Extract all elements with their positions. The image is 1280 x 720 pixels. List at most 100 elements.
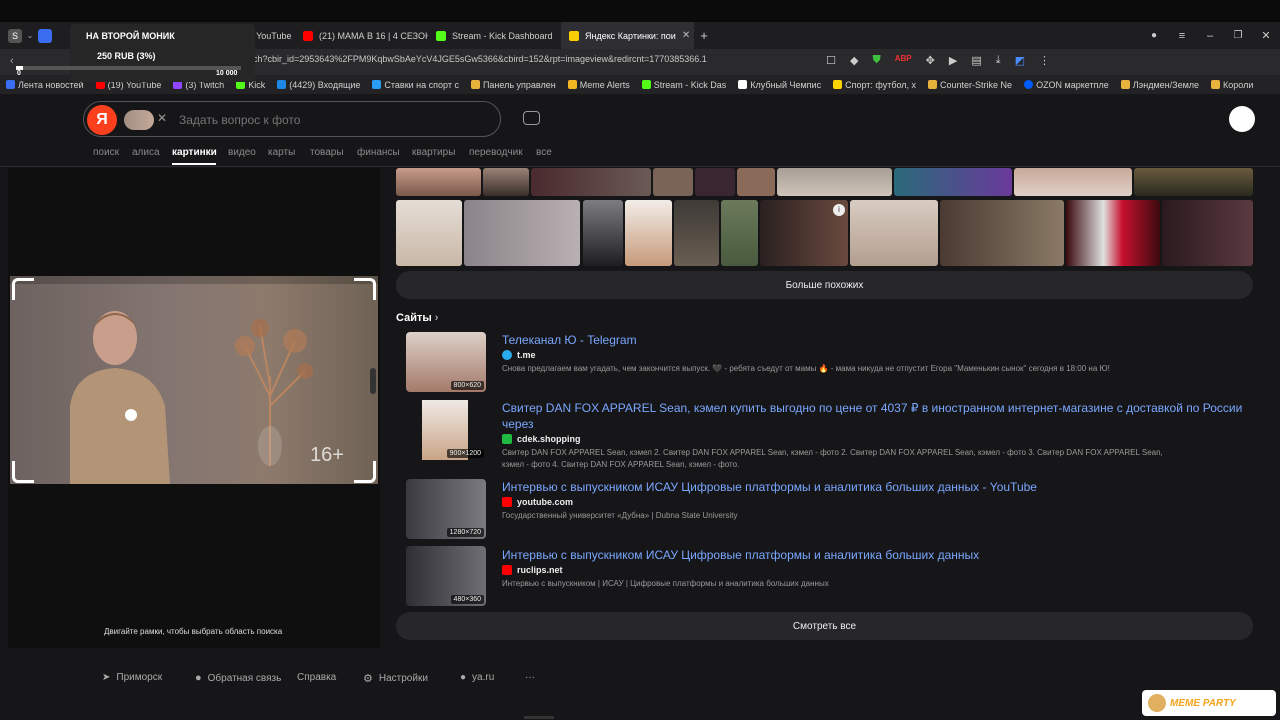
similar-image[interactable] bbox=[625, 200, 672, 266]
result-title-link[interactable]: Телеканал Ю - Telegram bbox=[502, 333, 637, 347]
similar-image[interactable] bbox=[777, 168, 892, 196]
close-tab-icon[interactable]: ✕ bbox=[682, 30, 690, 41]
similar-image[interactable] bbox=[1134, 168, 1253, 196]
info-badge-icon[interactable]: i bbox=[833, 204, 845, 216]
footer-yaru[interactable]: ● ya.ru bbox=[460, 672, 494, 683]
tab-finance[interactable]: финансы bbox=[357, 147, 400, 158]
shield-icon[interactable]: ⛊ bbox=[872, 54, 880, 67]
menu-icon[interactable]: ≡ bbox=[1168, 30, 1196, 42]
result-title-link[interactable]: Интервью с выпускником ИСАУ Цифровые пла… bbox=[502, 548, 979, 562]
footer-settings[interactable]: ⚙ Настройки bbox=[363, 672, 428, 685]
new-tab-button[interactable]: + bbox=[694, 28, 714, 43]
pinned-tab-icon[interactable] bbox=[38, 28, 52, 43]
result-thumbnail[interactable]: 800×620 bbox=[406, 332, 486, 392]
bookmark-club[interactable]: Клубный Чемпис bbox=[732, 80, 827, 90]
tab-all[interactable]: все bbox=[536, 147, 552, 158]
browser-app-icon[interactable]: S bbox=[8, 28, 22, 43]
tab-kick-dashboard[interactable]: Stream - Kick Dashboard bbox=[428, 22, 561, 49]
yandex-logo[interactable]: Я bbox=[87, 105, 117, 135]
bookmark-bets[interactable]: Ставки на спорт с bbox=[366, 80, 465, 90]
footer-more[interactable]: ··· bbox=[525, 672, 535, 683]
result-title-link-continuation[interactable]: через bbox=[502, 417, 534, 431]
tab-apartments[interactable]: квартиры bbox=[412, 147, 455, 158]
bookmark-kings[interactable]: Короли bbox=[1205, 80, 1259, 90]
tab-youtube-mama-season[interactable]: (21) МАМА В 16 | 4 СЕЗОН bbox=[295, 22, 428, 49]
minimize-icon[interactable]: – bbox=[1196, 30, 1224, 42]
crop-corner-bottom-left[interactable] bbox=[12, 461, 34, 483]
similar-image[interactable] bbox=[1014, 168, 1132, 196]
bookmark-ozon[interactable]: OZON маркетпле bbox=[1018, 80, 1115, 90]
user-avatar[interactable] bbox=[1229, 106, 1255, 132]
sidebar-icon[interactable]: ▤ bbox=[971, 54, 981, 67]
bookmark-cs[interactable]: Counter-Strike Ne bbox=[922, 80, 1018, 90]
similar-image[interactable] bbox=[583, 200, 623, 266]
media-icon[interactable]: ▶ bbox=[949, 54, 957, 67]
profile-icon[interactable]: ● bbox=[1140, 30, 1168, 41]
result-title-link[interactable]: Интервью с выпускником ИСАУ Цифровые пла… bbox=[502, 480, 1037, 494]
result-thumbnail[interactable]: 1280×720 bbox=[406, 479, 486, 539]
bookmark-landman[interactable]: Лэндмен/Земле bbox=[1115, 80, 1205, 90]
url-field[interactable]: earch?cbir_id=2953643%2FPM9KqbwSbAeYcV4J… bbox=[240, 54, 707, 64]
more-icon[interactable]: ⋮ bbox=[1039, 54, 1050, 67]
tab-images[interactable]: картинки bbox=[172, 147, 217, 158]
bookmark-sport[interactable]: Спорт: футбол, х bbox=[827, 80, 922, 90]
result-thumbnail[interactable]: 900×1200 bbox=[406, 400, 486, 460]
bookmark-icon[interactable]: ☐ bbox=[826, 54, 836, 67]
similar-image[interactable] bbox=[1066, 200, 1160, 266]
query-photo-thumbnail[interactable] bbox=[124, 110, 154, 130]
result-domain[interactable]: ruclips.net bbox=[502, 565, 563, 575]
bookmark-inbox[interactable]: (4429) Входящие bbox=[271, 80, 366, 90]
adblock-icon[interactable]: ABP bbox=[895, 54, 912, 67]
tab-yandex-images[interactable]: Яндекс Картинки: пои ✕ bbox=[561, 22, 694, 49]
similar-image[interactable]: i bbox=[760, 200, 848, 266]
similar-image[interactable] bbox=[531, 168, 651, 196]
back-icon[interactable]: ‹ bbox=[10, 55, 14, 67]
similar-image[interactable] bbox=[653, 168, 693, 196]
result-domain[interactable]: cdek.shopping bbox=[502, 434, 581, 444]
query-image-preview[interactable]: 16+ bbox=[10, 276, 378, 484]
footer-help[interactable]: Справка bbox=[297, 672, 336, 683]
crop-corner-top-right[interactable] bbox=[354, 278, 376, 300]
result-domain[interactable]: t.me bbox=[502, 350, 536, 360]
tab-list-chevron-icon[interactable]: ⌄ bbox=[22, 31, 38, 40]
similar-image[interactable] bbox=[483, 168, 529, 196]
focus-point-handle[interactable] bbox=[125, 409, 137, 421]
similar-image[interactable] bbox=[674, 200, 719, 266]
tab-translator[interactable]: переводчик bbox=[469, 147, 523, 158]
tab-alice[interactable]: алиса bbox=[132, 147, 160, 158]
view-all-button[interactable]: Смотреть все bbox=[396, 612, 1253, 640]
sites-heading[interactable]: Сайты › bbox=[396, 312, 438, 324]
similar-image[interactable] bbox=[695, 168, 735, 196]
close-window-icon[interactable]: ✕ bbox=[1252, 29, 1280, 42]
tab-products[interactable]: товары bbox=[310, 147, 344, 158]
similar-image[interactable] bbox=[940, 200, 1064, 266]
similar-image[interactable] bbox=[396, 168, 481, 196]
preview-scroll-handle[interactable] bbox=[370, 368, 376, 394]
similar-image[interactable] bbox=[1162, 200, 1253, 266]
puzzle-icon[interactable]: ✥ bbox=[926, 54, 935, 67]
camera-icon[interactable] bbox=[523, 111, 540, 125]
result-thumbnail[interactable]: 480×360 bbox=[406, 546, 486, 606]
crop-corner-top-left[interactable] bbox=[12, 278, 34, 300]
similar-image[interactable] bbox=[850, 200, 938, 266]
tab-video[interactable]: видео bbox=[228, 147, 256, 158]
bookmark-panel[interactable]: Панель управлен bbox=[465, 80, 562, 90]
bookmark-kick-stream[interactable]: Stream - Kick Das bbox=[636, 80, 733, 90]
remove-photo-icon[interactable]: ✕ bbox=[157, 111, 167, 125]
similar-image[interactable] bbox=[894, 168, 1012, 196]
footer-feedback[interactable]: ● Обратная связь bbox=[195, 672, 281, 684]
restore-icon[interactable]: ❐ bbox=[1224, 30, 1252, 41]
bookmark-meme-alerts[interactable]: Meme Alerts bbox=[562, 80, 636, 90]
photo-question-input[interactable] bbox=[179, 110, 479, 130]
similar-image[interactable] bbox=[721, 200, 758, 266]
result-domain[interactable]: youtube.com bbox=[502, 497, 573, 507]
footer-location[interactable]: ➤ Приморск bbox=[102, 672, 162, 683]
translate-icon[interactable]: ◩ bbox=[1015, 54, 1025, 67]
download-icon[interactable]: ⤓ bbox=[996, 54, 1001, 67]
similar-image[interactable] bbox=[464, 200, 580, 266]
similar-image[interactable] bbox=[737, 168, 775, 196]
tab-maps[interactable]: карты bbox=[268, 147, 295, 158]
more-similar-button[interactable]: Больше похожих bbox=[396, 271, 1253, 299]
similar-image[interactable] bbox=[396, 200, 462, 266]
result-title-link[interactable]: Свитер DAN FOX APPAREL Sean, кэмел купит… bbox=[502, 401, 1242, 415]
